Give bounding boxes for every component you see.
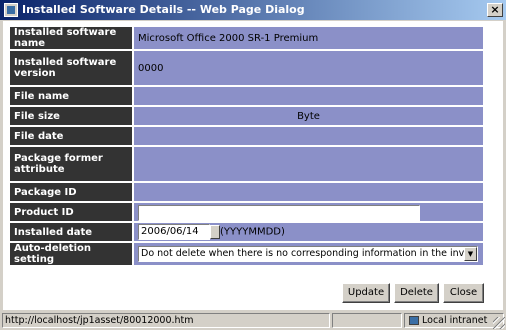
dialog-content: Installed software name Microsoft Office…	[3, 21, 503, 310]
value-file-date	[134, 127, 483, 145]
label-package-id: Package ID	[10, 183, 132, 201]
row-product-id: Product ID	[10, 203, 483, 221]
update-button[interactable]: Update	[342, 283, 390, 303]
status-bar: http://localhost/jp1asset/80012000.htm L…	[0, 310, 506, 330]
value-package-former-attribute	[134, 147, 483, 181]
value-auto-deletion-cell: Do not delete when there is no correspon…	[134, 243, 483, 265]
value-file-size: Byte	[134, 107, 483, 125]
date-format-hint: (YYYYMMDD)	[220, 226, 285, 238]
window-title: Installed Software Details -- Web Page D…	[22, 3, 305, 16]
intranet-zone-icon	[409, 316, 419, 325]
status-zone: Local intranet	[422, 315, 488, 326]
value-file-name	[134, 87, 483, 105]
delete-button[interactable]: Delete	[394, 283, 439, 303]
label-file-date: File date	[10, 127, 132, 145]
value-software-version: 0000	[134, 51, 483, 85]
row-installed-date: Installed date 2006/06/14 (YYYYMMDD)	[10, 223, 483, 241]
value-software-name: Microsoft Office 2000 SR-1 Premium	[134, 27, 483, 49]
close-button[interactable]: Close	[443, 283, 484, 303]
auto-deletion-select[interactable]: Do not delete when there is no correspon…	[138, 246, 478, 262]
close-window-button[interactable]: ×	[487, 3, 503, 17]
installed-date-input[interactable]: 2006/06/14	[138, 224, 210, 240]
label-auto-deletion: Auto-deletion setting	[10, 243, 132, 265]
label-package-former-attribute: Package former attribute	[10, 147, 132, 181]
label-product-id: Product ID	[10, 203, 132, 221]
row-file-size: File size Byte	[10, 107, 483, 125]
resize-grip[interactable]	[493, 317, 505, 329]
row-package-id: Package ID	[10, 183, 483, 201]
label-file-size: File size	[10, 107, 132, 125]
label-installed-date: Installed date	[10, 223, 132, 241]
row-auto-deletion: Auto-deletion setting Do not delete when…	[10, 243, 483, 265]
calendar-button[interactable]	[210, 225, 220, 239]
label-file-name: File name	[10, 87, 132, 105]
status-url: http://localhost/jp1asset/80012000.htm	[2, 313, 330, 328]
title-bar: Installed Software Details -- Web Page D…	[0, 0, 506, 20]
auto-deletion-selected: Do not delete when there is no correspon…	[141, 248, 478, 259]
details-table: Installed software name Microsoft Office…	[8, 25, 485, 267]
row-package-former-attribute: Package former attribute	[10, 147, 483, 181]
row-file-date: File date	[10, 127, 483, 145]
row-software-name: Installed software name Microsoft Office…	[10, 27, 483, 49]
status-empty-pane	[332, 313, 402, 328]
dialog-icon	[4, 3, 18, 17]
product-id-input[interactable]	[138, 204, 420, 221]
value-installed-date-cell: 2006/06/14 (YYYYMMDD)	[134, 223, 483, 241]
dropdown-arrow-icon[interactable]: ▼	[464, 247, 477, 261]
label-software-version: Installed software version	[10, 51, 132, 85]
row-file-name: File name	[10, 87, 483, 105]
status-zone-pane: Local intranet	[404, 313, 504, 328]
row-software-version: Installed software version 0000	[10, 51, 483, 85]
value-package-id	[134, 183, 483, 201]
label-software-name: Installed software name	[10, 27, 132, 49]
value-product-id-cell	[134, 203, 483, 221]
